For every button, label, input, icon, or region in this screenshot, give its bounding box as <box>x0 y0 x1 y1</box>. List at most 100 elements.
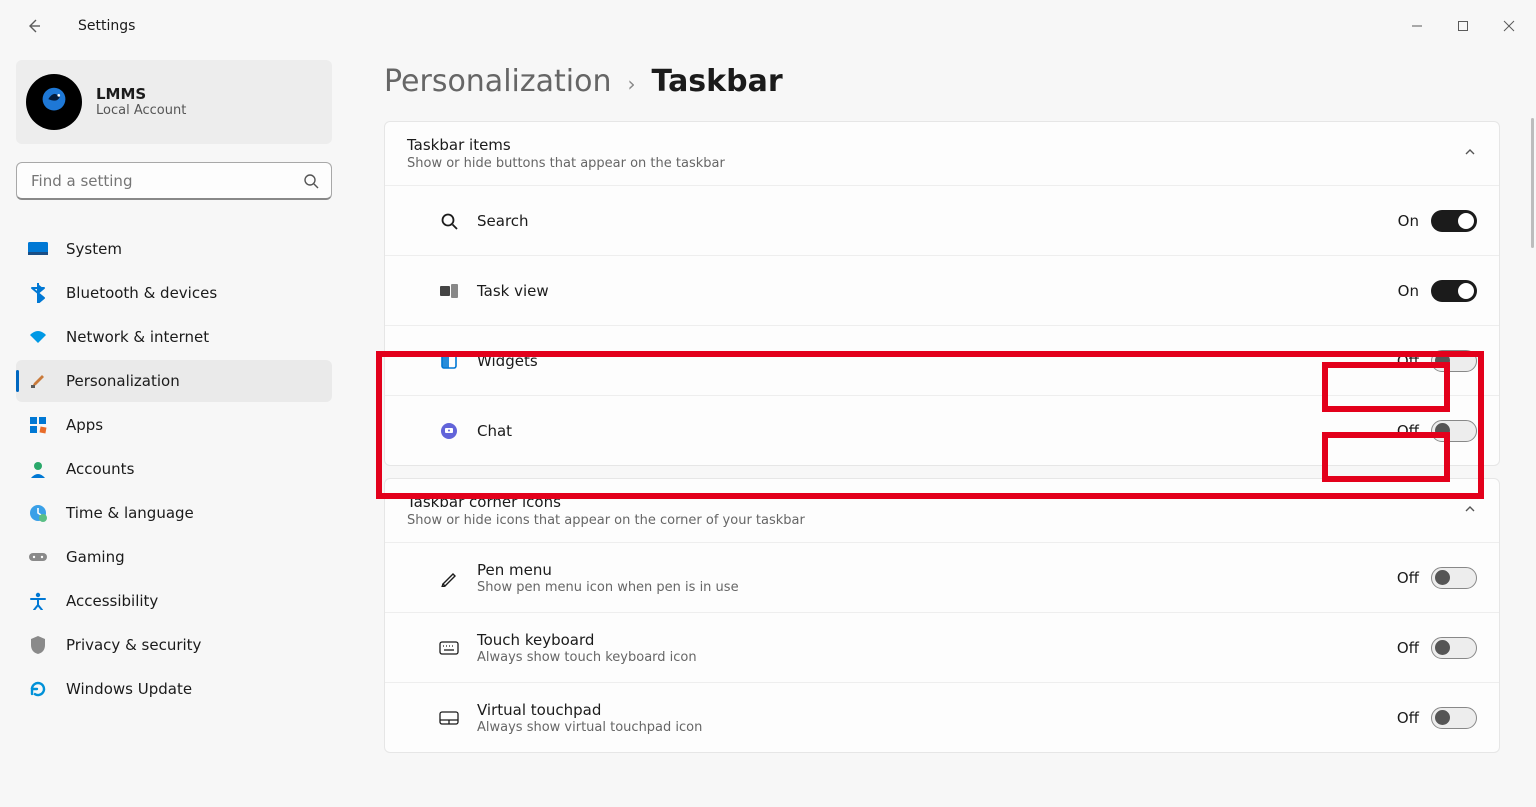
account-type: Local Account <box>96 103 186 119</box>
search-box[interactable] <box>16 162 332 200</box>
search-input[interactable] <box>29 171 303 191</box>
nav-label: Bluetooth & devices <box>66 284 217 302</box>
nav-label: Accounts <box>66 460 134 478</box>
row-widgets: Widgets Off <box>385 325 1499 395</box>
chevron-up-icon <box>1463 501 1477 520</box>
taskview-icon <box>439 281 459 301</box>
row-touch-keyboard: Touch keyboard Always show touch keyboar… <box>385 612 1499 682</box>
nav-item-accounts[interactable]: Accounts <box>16 448 332 490</box>
row-sub: Always show virtual touchpad icon <box>477 720 702 735</box>
row-label: Task view <box>477 282 549 300</box>
toggle-pen-menu[interactable] <box>1431 567 1477 589</box>
close-button[interactable] <box>1486 10 1532 42</box>
row-label: Virtual touchpad <box>477 701 702 719</box>
back-button[interactable] <box>24 16 44 36</box>
window-controls <box>1394 10 1532 42</box>
system-icon <box>28 239 48 259</box>
nav-item-bluetooth[interactable]: Bluetooth & devices <box>16 272 332 314</box>
nav: System Bluetooth & devices Network & int… <box>16 228 332 710</box>
title-bar: Settings <box>0 0 1536 52</box>
toggle-touch-keyboard[interactable] <box>1431 637 1477 659</box>
nav-item-gaming[interactable]: Gaming <box>16 536 332 578</box>
maximize-button[interactable] <box>1440 10 1486 42</box>
nav-item-system[interactable]: System <box>16 228 332 270</box>
toggle-widgets[interactable] <box>1431 350 1477 372</box>
apps-icon <box>28 415 48 435</box>
nav-item-update[interactable]: Windows Update <box>16 668 332 710</box>
row-search: Search On <box>385 185 1499 255</box>
avatar <box>26 74 82 130</box>
nav-label: Apps <box>66 416 103 434</box>
widgets-icon <box>439 351 459 371</box>
search-icon <box>303 173 319 189</box>
toggle-state: Off <box>1397 569 1419 587</box>
toggle-chat[interactable] <box>1431 420 1477 442</box>
nav-label: Privacy & security <box>66 636 201 654</box>
app-title: Settings <box>78 18 135 34</box>
toggle-state: Off <box>1397 709 1419 727</box>
nav-item-privacy[interactable]: Privacy & security <box>16 624 332 666</box>
toggle-state: On <box>1398 212 1419 230</box>
toggle-taskview[interactable] <box>1431 280 1477 302</box>
section-subtitle: Show or hide icons that appear on the co… <box>407 513 805 528</box>
toggle-state: Off <box>1397 639 1419 657</box>
nav-item-accessibility[interactable]: Accessibility <box>16 580 332 622</box>
person-icon <box>28 459 48 479</box>
row-sub: Always show touch keyboard icon <box>477 650 697 665</box>
nav-label: System <box>66 240 122 258</box>
breadcrumb-parent[interactable]: Personalization <box>384 64 611 99</box>
row-taskview: Task view On <box>385 255 1499 325</box>
row-label: Pen menu <box>477 561 739 579</box>
taskbar-items-header[interactable]: Taskbar items Show or hide buttons that … <box>385 122 1499 185</box>
bluetooth-icon <box>28 283 48 303</box>
toggle-state: On <box>1398 282 1419 300</box>
keyboard-icon <box>439 638 459 658</box>
nav-label: Windows Update <box>66 680 192 698</box>
row-label: Touch keyboard <box>477 631 697 649</box>
nav-label: Time & language <box>66 504 194 522</box>
row-virtual-touchpad: Virtual touchpad Always show virtual tou… <box>385 682 1499 752</box>
row-label: Search <box>477 212 529 230</box>
row-label: Widgets <box>477 352 538 370</box>
corner-icons-panel: Taskbar corner icons Show or hide icons … <box>384 478 1500 753</box>
nav-item-personalization[interactable]: Personalization <box>16 360 332 402</box>
shield-icon <box>28 635 48 655</box>
nav-label: Accessibility <box>66 592 158 610</box>
account-card[interactable]: LMMS Local Account <box>16 60 332 144</box>
nav-label: Network & internet <box>66 328 209 346</box>
breadcrumb: Personalization › Taskbar <box>384 64 1500 99</box>
section-subtitle: Show or hide buttons that appear on the … <box>407 156 725 171</box>
nav-item-apps[interactable]: Apps <box>16 404 332 446</box>
row-pen-menu: Pen menu Show pen menu icon when pen is … <box>385 542 1499 612</box>
nav-label: Gaming <box>66 548 125 566</box>
chevron-up-icon <box>1463 144 1477 163</box>
taskbar-items-panel: Taskbar items Show or hide buttons that … <box>384 121 1500 466</box>
nav-item-time[interactable]: Time & language <box>16 492 332 534</box>
search-icon <box>439 211 459 231</box>
pen-icon <box>439 568 459 588</box>
wifi-icon <box>28 327 48 347</box>
page-title: Taskbar <box>651 64 782 99</box>
toggle-state: Off <box>1397 422 1419 440</box>
brush-icon <box>28 371 48 391</box>
row-label: Chat <box>477 422 512 440</box>
toggle-virtual-touchpad[interactable] <box>1431 707 1477 729</box>
sidebar: LMMS Local Account System Bluetooth & de… <box>0 52 348 807</box>
row-chat: Chat Off <box>385 395 1499 465</box>
corner-icons-header[interactable]: Taskbar corner icons Show or hide icons … <box>385 479 1499 542</box>
toggle-state: Off <box>1397 352 1419 370</box>
minimize-button[interactable] <box>1394 10 1440 42</box>
update-icon <box>28 679 48 699</box>
section-title: Taskbar items <box>407 136 725 154</box>
main-content: Personalization › Taskbar Taskbar items … <box>348 52 1536 807</box>
row-sub: Show pen menu icon when pen is in use <box>477 580 739 595</box>
clock-icon <box>28 503 48 523</box>
nav-label: Personalization <box>66 372 180 390</box>
toggle-search[interactable] <box>1431 210 1477 232</box>
chevron-right-icon: › <box>627 72 635 96</box>
scrollbar-thumb[interactable] <box>1531 118 1534 248</box>
section-title: Taskbar corner icons <box>407 493 805 511</box>
account-name: LMMS <box>96 85 186 103</box>
nav-item-network[interactable]: Network & internet <box>16 316 332 358</box>
accessibility-icon <box>28 591 48 611</box>
